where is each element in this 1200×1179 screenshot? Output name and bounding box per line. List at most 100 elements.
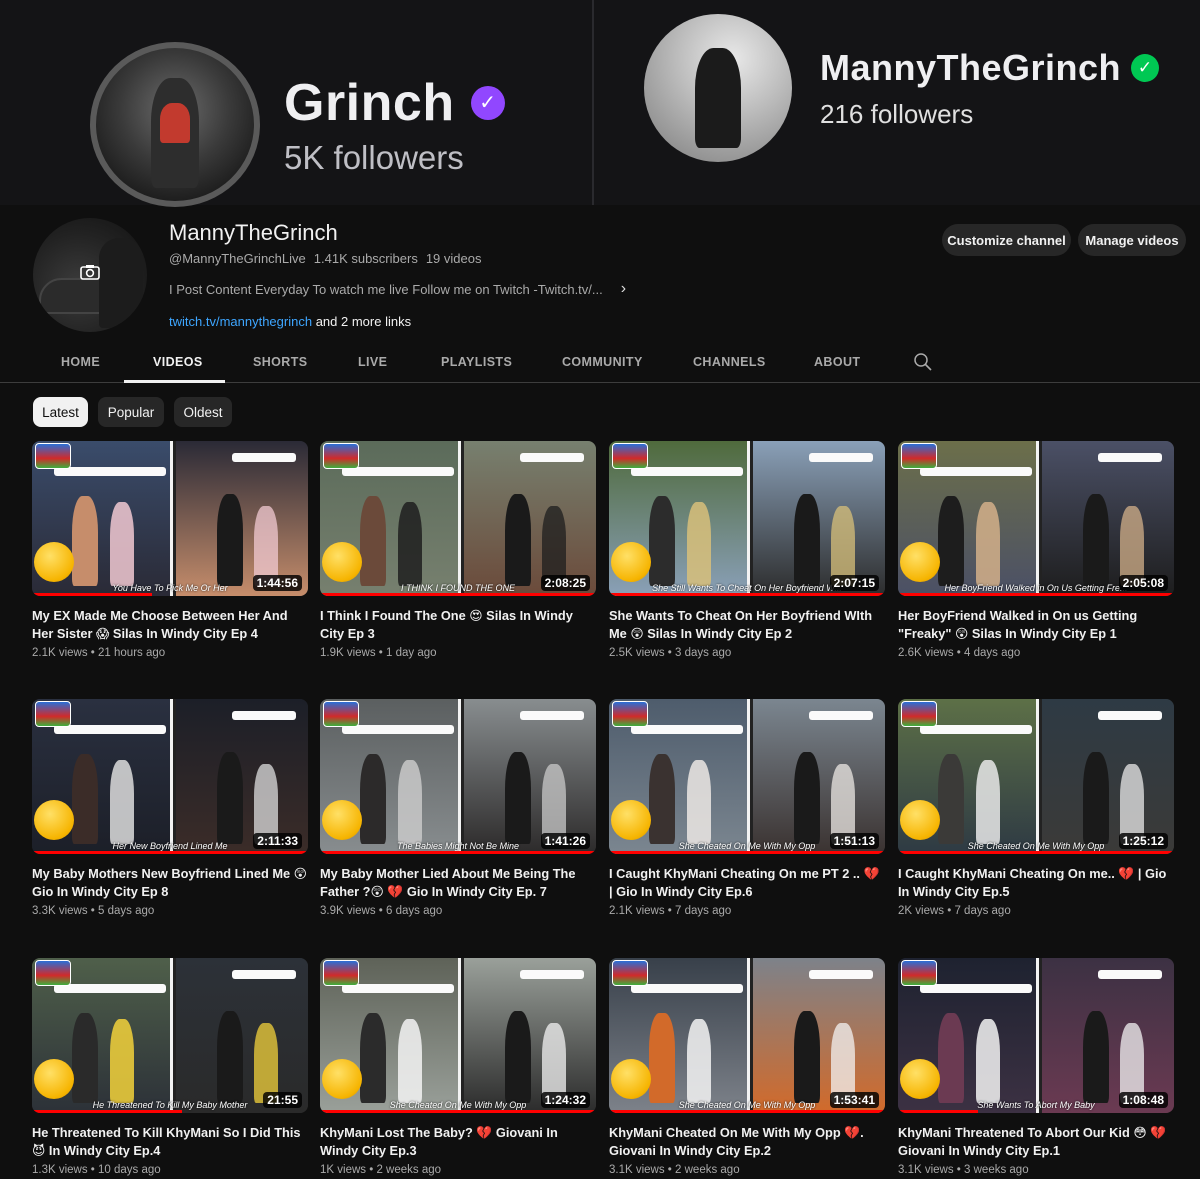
- watch-progress-bar: [32, 1110, 182, 1113]
- camera-icon[interactable]: [79, 264, 101, 282]
- video-card[interactable]: She Cheated On Me With My Opp 1:25:12 I …: [898, 699, 1174, 917]
- banner-name-right: MannyTheGrinch: [820, 46, 1122, 88]
- video-title[interactable]: My EX Made Me Choose Between Her And Her…: [32, 607, 308, 643]
- video-views: 3.3K views: [32, 905, 88, 917]
- banner-divider: [592, 0, 594, 205]
- video-card[interactable]: Her New Boyfriend Lined Me 2:11:33 My Ba…: [32, 699, 308, 917]
- video-age: 2 weeks ago: [675, 1164, 740, 1176]
- video-thumbnail[interactable]: She Cheated On Me With My Opp 1:25:12: [898, 699, 1174, 854]
- channel-links: twitch.tv/mannythegrinch and 2 more link…: [169, 314, 411, 329]
- watch-progress-bar: [898, 851, 1174, 854]
- video-thumbnail[interactable]: The Babies Might Not Be Mine 1:41:26: [320, 699, 596, 854]
- chip-latest[interactable]: Latest: [33, 397, 88, 427]
- video-thumbnail[interactable]: She Wants To Abort My Baby 1:08:48: [898, 958, 1174, 1113]
- watch-progress-bar: [320, 1110, 596, 1113]
- tab-home[interactable]: HOME: [61, 355, 100, 369]
- video-meta: 3.1K views • 3 weeks ago: [898, 1164, 1029, 1176]
- video-meta: 1.3K views • 10 days ago: [32, 1164, 161, 1176]
- watch-progress-bar: [609, 593, 885, 596]
- banner-avatar-left: [90, 42, 260, 207]
- chevron-right-icon[interactable]: ›: [621, 280, 626, 298]
- video-title[interactable]: KhyMani Threatened To Abort Our Kid 😳 💔 …: [898, 1124, 1174, 1160]
- verified-badge-icon: ✓: [470, 85, 505, 120]
- video-card[interactable]: She Cheated On Me With My Opp 1:53:41 Kh…: [609, 958, 885, 1176]
- video-thumbnail[interactable]: He Threatened To Kill My Baby Mother 21:…: [32, 958, 308, 1113]
- windy-city-logo: [35, 701, 71, 727]
- windy-city-logo: [35, 960, 71, 986]
- channel-link-twitch[interactable]: twitch.tv/mannythegrinch: [169, 314, 312, 329]
- video-age: 7 days ago: [675, 905, 732, 917]
- video-thumbnail[interactable]: She Cheated On Me With My Opp 1:24:32: [320, 958, 596, 1113]
- channel-tabs: HOME VIDEOS SHORTS LIVE PLAYLISTS COMMUN…: [0, 345, 1200, 383]
- video-card[interactable]: The Babies Might Not Be Mine 1:41:26 My …: [320, 699, 596, 917]
- channel-description-row[interactable]: I Post Content Everyday To watch me live…: [169, 280, 626, 298]
- windy-city-logo: [901, 960, 937, 986]
- channel-description[interactable]: I Post Content Everyday To watch me live…: [169, 282, 603, 297]
- tab-playlists[interactable]: PLAYLISTS: [441, 355, 512, 369]
- video-meta: 2K views • 7 days ago: [898, 905, 1011, 917]
- video-thumbnail[interactable]: She Cheated On Me With My Opp 1:51:13: [609, 699, 885, 854]
- video-title[interactable]: KhyMani Lost The Baby? 💔 Giovani In Wind…: [320, 1124, 596, 1160]
- tab-community[interactable]: COMMUNITY: [562, 355, 643, 369]
- video-thumbnail[interactable]: She Still Wants To Cheat On Her Boyfrien…: [609, 441, 885, 596]
- video-card[interactable]: She Still Wants To Cheat On Her Boyfrien…: [609, 441, 885, 659]
- windy-city-logo: [612, 960, 648, 986]
- windy-city-logo: [323, 960, 359, 986]
- video-age: 10 days ago: [98, 1164, 161, 1176]
- video-card[interactable]: You Have To Pick Me Or Her 1:44:56 My EX…: [32, 441, 308, 659]
- video-views: 2.5K views: [609, 647, 665, 659]
- tab-live[interactable]: LIVE: [358, 355, 387, 369]
- video-card[interactable]: She Cheated On Me With My Opp 1:24:32 Kh…: [320, 958, 596, 1176]
- customize-channel-button[interactable]: Customize channel: [942, 224, 1071, 256]
- channel-more-links[interactable]: and 2 more links: [312, 314, 411, 329]
- manage-videos-button[interactable]: Manage videos: [1078, 224, 1186, 256]
- video-views: 3.9K views: [320, 905, 376, 917]
- chip-oldest[interactable]: Oldest: [174, 397, 232, 427]
- banner-followers-left: 5K followers: [284, 138, 464, 176]
- tab-shorts[interactable]: SHORTS: [253, 355, 308, 369]
- video-thumbnail[interactable]: Her BoyFriend Walked in On Us Getting Fr…: [898, 441, 1174, 596]
- video-card[interactable]: Her BoyFriend Walked in On Us Getting Fr…: [898, 441, 1174, 659]
- video-title[interactable]: I Caught KhyMani Cheating On me.. 💔 | Gi…: [898, 865, 1174, 901]
- chip-popular[interactable]: Popular: [98, 397, 164, 427]
- video-age: 4 days ago: [964, 647, 1021, 659]
- verified-badge-icon: ✓: [1131, 53, 1160, 82]
- video-meta: 1.9K views • 1 day ago: [320, 647, 437, 659]
- emoji-icon: [34, 800, 74, 840]
- video-title[interactable]: Her BoyFriend Walked in On us Getting "F…: [898, 607, 1174, 643]
- video-card[interactable]: She Wants To Abort My Baby 1:08:48 KhyMa…: [898, 958, 1174, 1176]
- video-meta: 2.1K views • 21 hours ago: [32, 647, 166, 659]
- channel-avatar[interactable]: [33, 218, 147, 332]
- video-views: 2.1K views: [32, 647, 88, 659]
- video-title[interactable]: He Threatened To Kill KhyMani So I Did T…: [32, 1124, 308, 1160]
- video-title[interactable]: I Think I Found The One 😍 Silas In Windy…: [320, 607, 596, 643]
- watch-progress-bar: [898, 1110, 978, 1113]
- video-title[interactable]: She Wants To Cheat On Her Boyfriend WIth…: [609, 607, 885, 643]
- tab-channels[interactable]: CHANNELS: [693, 355, 766, 369]
- video-title[interactable]: My Baby Mother Lied About Me Being The F…: [320, 865, 596, 901]
- watch-progress-bar: [609, 851, 885, 854]
- video-thumbnail[interactable]: I THINK I FOUND THE ONE 2:08:25: [320, 441, 596, 596]
- video-age: 7 days ago: [954, 905, 1011, 917]
- search-icon[interactable]: [913, 352, 933, 372]
- video-duration: 2:07:15: [829, 575, 879, 591]
- video-card[interactable]: She Cheated On Me With My Opp 1:51:13 I …: [609, 699, 885, 917]
- video-card[interactable]: I THINK I FOUND THE ONE 2:08:25 I Think …: [320, 441, 596, 659]
- video-title[interactable]: KhyMani Cheated On Me With My Opp 💔. Gio…: [609, 1124, 885, 1160]
- video-meta: 3.1K views • 2 weeks ago: [609, 1164, 740, 1176]
- video-age: 21 hours ago: [98, 647, 166, 659]
- video-title[interactable]: I Caught KhyMani Cheating On me PT 2 .. …: [609, 865, 885, 901]
- video-duration: 2:11:33: [253, 833, 302, 849]
- windy-city-logo: [612, 443, 648, 469]
- video-title[interactable]: My Baby Mothers New Boyfriend Lined Me 😲…: [32, 865, 308, 901]
- video-card[interactable]: He Threatened To Kill My Baby Mother 21:…: [32, 958, 308, 1176]
- watch-progress-bar: [320, 593, 596, 596]
- video-thumbnail[interactable]: She Cheated On Me With My Opp 1:53:41: [609, 958, 885, 1113]
- video-meta: 2.1K views • 7 days ago: [609, 905, 732, 917]
- video-thumbnail[interactable]: You Have To Pick Me Or Her 1:44:56: [32, 441, 308, 596]
- tab-videos[interactable]: VIDEOS: [153, 355, 203, 369]
- video-duration: 2:08:25: [540, 575, 590, 591]
- emoji-icon: [34, 1059, 74, 1099]
- video-thumbnail[interactable]: Her New Boyfriend Lined Me 2:11:33: [32, 699, 308, 854]
- tab-about[interactable]: ABOUT: [814, 355, 860, 369]
